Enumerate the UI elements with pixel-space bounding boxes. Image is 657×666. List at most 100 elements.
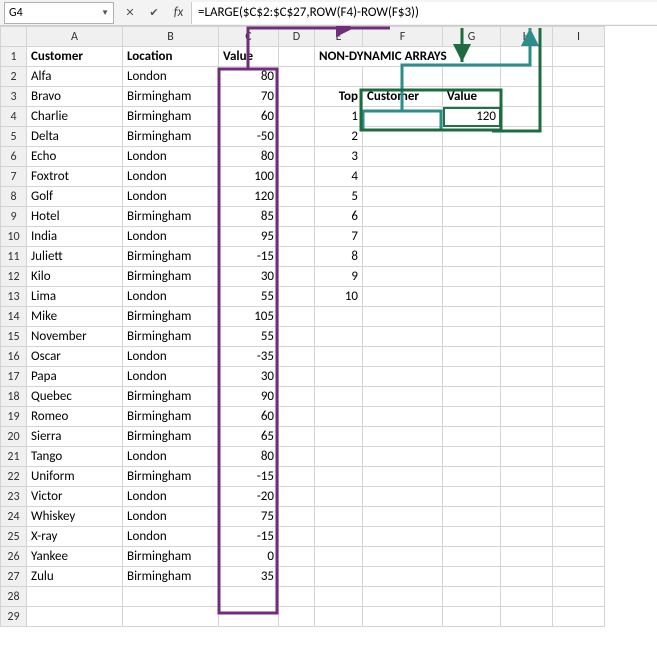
cell[interactable]: 55 xyxy=(219,287,279,307)
cell[interactable]: London xyxy=(123,167,219,187)
cell[interactable]: 1 xyxy=(315,107,363,127)
cell[interactable]: Birmingham xyxy=(123,547,219,567)
cell[interactable] xyxy=(553,327,605,347)
cell[interactable] xyxy=(501,267,553,287)
row-header[interactable]: 22 xyxy=(1,467,27,487)
cell[interactable]: Victor xyxy=(27,487,123,507)
cell[interactable]: 10 xyxy=(315,287,363,307)
cell[interactable] xyxy=(443,187,501,207)
cell[interactable] xyxy=(363,167,443,187)
cell[interactable] xyxy=(279,407,315,427)
cell[interactable] xyxy=(553,447,605,467)
cell[interactable]: 80 xyxy=(219,67,279,87)
cell[interactable] xyxy=(363,307,443,327)
cell[interactable]: Birmingham xyxy=(123,327,219,347)
cell[interactable] xyxy=(501,607,553,627)
cell[interactable] xyxy=(279,347,315,367)
col-header-H[interactable]: H xyxy=(501,27,553,47)
row-header[interactable]: 14 xyxy=(1,307,27,327)
cell[interactable]: Lima xyxy=(27,287,123,307)
chevron-down-icon[interactable]: ▼ xyxy=(101,8,109,18)
row-header[interactable]: 16 xyxy=(1,347,27,367)
cell[interactable] xyxy=(363,127,443,147)
row-header[interactable]: 29 xyxy=(1,607,27,627)
cell[interactable] xyxy=(501,207,553,227)
cell[interactable] xyxy=(443,327,501,347)
cell[interactable] xyxy=(553,607,605,627)
row-header[interactable]: 8 xyxy=(1,187,27,207)
cell[interactable] xyxy=(501,167,553,187)
cell[interactable] xyxy=(123,607,219,627)
cell[interactable]: Juliett xyxy=(27,247,123,267)
cell[interactable] xyxy=(363,267,443,287)
cell[interactable] xyxy=(501,547,553,567)
cell[interactable]: Echo xyxy=(27,147,123,167)
cell[interactable] xyxy=(501,487,553,507)
cell[interactable]: Golf xyxy=(27,187,123,207)
cell[interactable]: London xyxy=(123,287,219,307)
cell[interactable] xyxy=(553,287,605,307)
cell[interactable] xyxy=(315,347,363,367)
cell[interactable] xyxy=(553,587,605,607)
row-header[interactable]: 23 xyxy=(1,487,27,507)
cell[interactable] xyxy=(501,427,553,447)
col-header-F[interactable]: F xyxy=(363,27,443,47)
cell[interactable]: Birmingham xyxy=(123,467,219,487)
cell[interactable] xyxy=(279,247,315,267)
row-header[interactable]: 9 xyxy=(1,207,27,227)
cell[interactable] xyxy=(363,607,443,627)
cell[interactable] xyxy=(553,107,605,127)
cell[interactable] xyxy=(279,47,315,67)
cell[interactable]: NON-DYNAMIC ARRAYS xyxy=(315,47,501,67)
cell[interactable] xyxy=(363,147,443,167)
fx-icon[interactable]: fx xyxy=(166,2,192,24)
cell[interactable]: -15 xyxy=(219,247,279,267)
name-box[interactable]: G4 ▼ xyxy=(4,2,114,24)
cell[interactable] xyxy=(443,587,501,607)
cell[interactable]: Birmingham xyxy=(123,207,219,227)
cell[interactable]: 100 xyxy=(219,167,279,187)
cell[interactable]: Top xyxy=(315,87,363,107)
cell[interactable]: Delta xyxy=(27,127,123,147)
cell[interactable]: 80 xyxy=(219,147,279,167)
cell[interactable] xyxy=(553,247,605,267)
cell[interactable]: London xyxy=(123,67,219,87)
cell[interactable] xyxy=(443,607,501,627)
cell[interactable] xyxy=(553,407,605,427)
cell[interactable]: Quebec xyxy=(27,387,123,407)
cell[interactable] xyxy=(553,207,605,227)
cell[interactable] xyxy=(443,227,501,247)
cell[interactable]: Yankee xyxy=(27,547,123,567)
enter-icon[interactable]: ✔ xyxy=(145,4,163,22)
cell[interactable] xyxy=(363,487,443,507)
cell[interactable]: 30 xyxy=(219,367,279,387)
cell[interactable] xyxy=(315,367,363,387)
cell[interactable] xyxy=(553,367,605,387)
cell[interactable] xyxy=(279,147,315,167)
cell[interactable] xyxy=(553,347,605,367)
cell[interactable] xyxy=(553,427,605,447)
cell[interactable]: 5 xyxy=(315,187,363,207)
cell[interactable]: Customer xyxy=(363,87,443,107)
cell[interactable] xyxy=(315,547,363,567)
cell[interactable]: Uniform xyxy=(27,467,123,487)
cell[interactable] xyxy=(443,367,501,387)
cell[interactable] xyxy=(279,607,315,627)
cell[interactable] xyxy=(363,387,443,407)
cell[interactable] xyxy=(315,587,363,607)
cell[interactable] xyxy=(363,207,443,227)
row-header[interactable]: 19 xyxy=(1,407,27,427)
cell[interactable] xyxy=(553,387,605,407)
row-header[interactable]: 26 xyxy=(1,547,27,567)
cell[interactable] xyxy=(501,347,553,367)
cell[interactable] xyxy=(315,607,363,627)
cell[interactable] xyxy=(501,507,553,527)
cell[interactable]: 85 xyxy=(219,207,279,227)
cell[interactable] xyxy=(553,567,605,587)
cell[interactable]: 60 xyxy=(219,107,279,127)
cell[interactable]: London xyxy=(123,367,219,387)
cell[interactable]: Foxtrot xyxy=(27,167,123,187)
cell[interactable] xyxy=(279,87,315,107)
cell[interactable] xyxy=(279,587,315,607)
cell[interactable]: -15 xyxy=(219,467,279,487)
